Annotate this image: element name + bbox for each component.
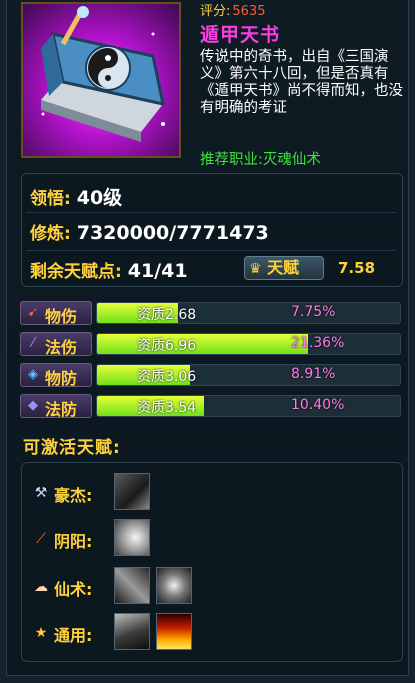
tianshu-book-icon: [21, 2, 181, 158]
talent-row-yinyang: ⟋ 阴阳:: [32, 519, 392, 559]
attr-aptitude: 资质6.96: [137, 338, 197, 354]
attr-percent: 8.91%: [291, 366, 336, 382]
tooltip-frame: 评分: 5635 遁甲天书 传说中的奇书，出自《三国演义》第六十八回，但是否真有《…: [6, 0, 409, 676]
talent-points-row: 剩余天赋点: 41/41: [30, 257, 188, 282]
talent-row-immortal: ☁ 仙术:: [32, 567, 392, 607]
talent-points-label: 剩余天赋点:: [30, 262, 122, 282]
crown-icon: ♛: [249, 261, 262, 277]
talent-skill-icon[interactable]: [114, 519, 150, 556]
attr-bar: 资质3.54 10.40%: [96, 395, 401, 417]
divider: [26, 250, 396, 251]
attr-badge: ⁄ 法伤: [20, 332, 92, 357]
score-row: 评分: 5635: [200, 0, 265, 19]
talent-button-label: 天赋: [267, 258, 300, 277]
attr-aptitude: 资质3.54: [137, 400, 197, 416]
talent-row-hero: ⚒ 豪杰:: [32, 473, 392, 513]
attr-bar: 资质3.06 8.91%: [96, 364, 401, 386]
attr-row-physical-defense: ◈ 物防 资质3.06 8.91%: [20, 363, 403, 388]
talent-skill-icon[interactable]: [156, 613, 192, 650]
attr-aptitude: 资质3.06: [137, 369, 197, 385]
attr-badge: ◆ 法防: [20, 394, 92, 419]
item-title: 遁甲天书: [200, 24, 281, 46]
wand-icon: ⁄: [31, 336, 35, 351]
attr-row-physical-attack: ➹ 物伤 资质2.68 7.75%: [20, 301, 403, 326]
talent-row-label: 仙术:: [54, 580, 93, 599]
cultivation-row: 修炼: 7320000/7771473: [30, 219, 269, 244]
talent-points-value: 41/41: [127, 260, 188, 282]
sword-icon: ➹: [27, 305, 39, 320]
comprehension-value: 40级: [76, 187, 123, 209]
attr-name: 物伤: [45, 307, 78, 326]
divider: [26, 212, 396, 213]
attr-row-magic-attack: ⁄ 法伤 资质6.96 21.36%: [20, 332, 403, 357]
attr-bar: 资质6.96 21.36%: [96, 333, 401, 355]
attr-percent: 10.40%: [291, 397, 345, 413]
cultivation-label: 修炼:: [30, 224, 71, 244]
attr-badge: ➹ 物伤: [20, 301, 92, 326]
activatable-title: 可激活天赋:: [23, 438, 121, 458]
comprehension-label: 领悟:: [30, 189, 71, 209]
score-value: 5635: [232, 4, 266, 19]
star-icon: ★: [34, 625, 48, 641]
talent-row-label: 豪杰:: [54, 486, 93, 505]
talent-row-label: 阴阳:: [54, 532, 93, 551]
talent-skill-icon[interactable]: [114, 613, 150, 650]
talent-button[interactable]: ♛ 天赋: [244, 256, 324, 280]
comprehension-row: 领悟: 40级: [30, 183, 122, 210]
attr-badge: ◈ 物防: [20, 363, 92, 388]
activatable-panel: ⚒ 豪杰: ⟋ 阴阳: ☁ 仙术: ★ 通用:: [21, 462, 403, 662]
attr-bar: 资质2.68 7.75%: [96, 302, 401, 324]
info-panel: 领悟: 40级 修炼: 7320000/7771473 剩余天赋点: 41/41…: [21, 173, 403, 287]
talent-row-general: ★ 通用:: [32, 613, 392, 653]
attr-percent: 7.75%: [291, 304, 336, 320]
magic-shield-icon: ◆: [28, 398, 38, 413]
talent-skill-icon[interactable]: [156, 567, 192, 604]
shield-icon: ◈: [28, 367, 38, 382]
attr-bar-fill: [97, 334, 308, 354]
attr-aptitude: 资质2.68: [137, 307, 197, 323]
item-description: 传说中的奇书，出自《三国演义》第六十八回，但是否真有《遁甲天书》尚不得而知，也没…: [200, 49, 403, 116]
axe-icon: ⚒: [34, 485, 48, 501]
cloud-icon: ☁: [34, 579, 48, 595]
cultivation-value: 7320000/7771473: [76, 222, 269, 244]
talent-row-label: 通用:: [54, 626, 93, 645]
talent-score: 7.58: [338, 259, 376, 277]
talent-skill-icon[interactable]: [114, 567, 150, 604]
staff-icon: ⟋: [36, 531, 46, 547]
attr-name: 物防: [45, 369, 78, 388]
talent-skill-icon[interactable]: [114, 473, 150, 510]
recommended-class: 推荐职业:灭魂仙术: [200, 152, 321, 168]
attr-percent: 21.36%: [291, 335, 345, 351]
attr-row-magic-defense: ◆ 法防 资质3.54 10.40%: [20, 394, 403, 419]
attr-name: 法防: [45, 400, 78, 419]
attr-name: 法伤: [45, 338, 78, 357]
score-label: 评分:: [200, 4, 231, 19]
